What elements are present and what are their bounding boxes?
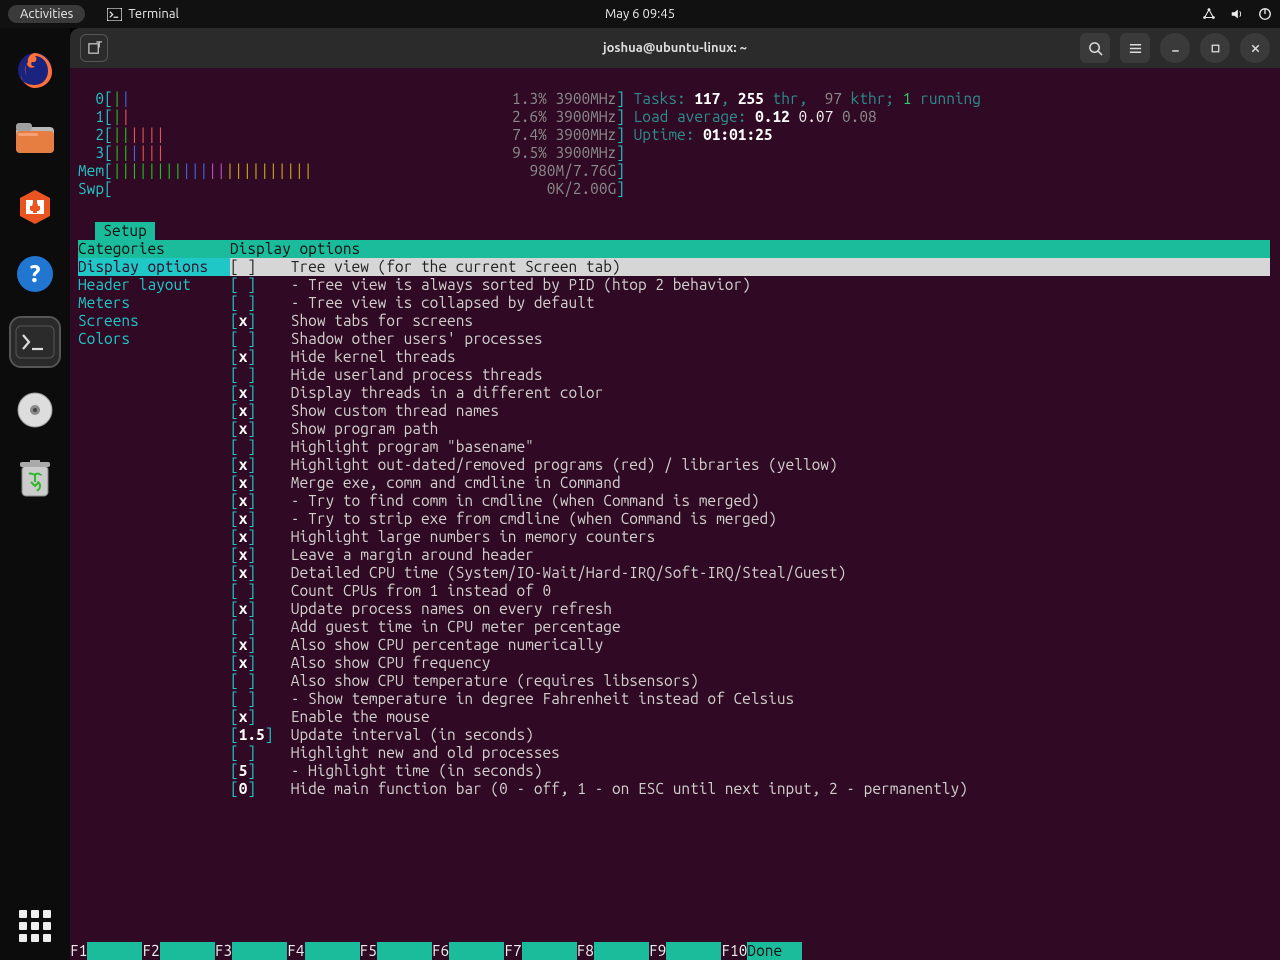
category-item[interactable]: Header layout [78,276,230,294]
topbar-active-app[interactable]: Terminal [97,5,189,23]
topbar-app-label: Terminal [128,7,179,21]
category-item[interactable]: Display options [78,258,230,276]
option-row[interactable]: [x] Highlight large numbers in memory co… [230,528,655,545]
option-row[interactable]: [ ] Hide userland process threads [230,366,543,383]
dock-firefox[interactable] [11,46,59,94]
maximize-button[interactable] [1200,33,1230,63]
option-row[interactable]: [ ] Also show CPU temperature (requires … [230,672,699,689]
window-title: joshua@ubuntu-linux: ~ [603,41,747,55]
category-item[interactable]: Meters [78,294,230,312]
dock-software[interactable]: A [11,182,59,230]
dock-show-apps[interactable] [19,910,51,942]
sound-icon[interactable] [1230,7,1244,21]
activities-button[interactable]: Activities [8,5,85,23]
terminal-window: joshua@ubuntu-linux: ~ 0[|| [70,28,1280,960]
option-row[interactable]: [x] Leave a margin around header [230,546,534,563]
option-row[interactable]: [ ] - Tree view is collapsed by default [230,294,595,311]
dock-terminal[interactable] [11,318,59,366]
option-row[interactable]: [ ] Tree view (for the current Screen ta… [230,258,1270,276]
minimize-button[interactable] [1160,33,1190,63]
option-row[interactable]: [0] Hide main function bar (0 - off, 1 -… [230,780,968,797]
option-row[interactable]: [1.5] Update interval (in seconds) [230,726,534,743]
option-row[interactable]: [x] - Try to strip exe from cmdline (whe… [230,510,777,527]
option-row[interactable]: [x] Enable the mouse [230,708,430,725]
terminal-titlebar: joshua@ubuntu-linux: ~ [70,28,1280,68]
gnome-top-bar: Activities Terminal May 6 09:45 [0,0,1280,28]
option-row[interactable]: [ ] Add guest time in CPU meter percenta… [230,618,621,635]
option-row[interactable]: [x] - Try to find comm in cmdline (when … [230,492,760,509]
clock[interactable]: May 6 09:45 [605,7,675,21]
power-icon[interactable] [1258,7,1272,21]
search-button[interactable] [1080,33,1110,63]
dock-files[interactable] [11,114,59,162]
option-row[interactable]: [x] Also show CPU percentage numerically [230,636,603,653]
category-item[interactable]: Colors [78,330,230,348]
option-row[interactable]: [ ] Highlight new and old processes [230,744,560,761]
terminal-content[interactable]: 0[|| 1.3% 3900MHz] Tasks: 117, 255 thr, … [70,68,1280,960]
svg-text:A: A [31,197,40,215]
gnome-dock: A ? [0,28,70,960]
dock-help[interactable]: ? [11,250,59,298]
option-row[interactable]: [x] Show program path [230,420,438,437]
option-row[interactable]: [x] Detailed CPU time (System/IO-Wait/Ha… [230,564,846,581]
menu-button[interactable] [1120,33,1150,63]
dock-disc[interactable] [11,386,59,434]
option-row[interactable]: [ ] Highlight program "basename" [230,438,534,455]
terminal-app-icon [107,8,122,21]
option-row[interactable]: [x] Update process names on every refres… [230,600,612,617]
option-row[interactable]: [x] Hide kernel threads [230,348,456,365]
option-row[interactable]: [ ] - Tree view is always sorted by PID … [230,276,751,293]
option-row[interactable]: [x] Show tabs for screens [230,312,473,329]
htop-footer[interactable]: F1 F2 F3 F4 F5 F6 F7 F8 F9 F10Done [70,942,1280,960]
category-item[interactable]: Screens [78,312,230,330]
new-tab-button[interactable] [80,34,108,62]
option-row[interactable]: [x] Highlight out-dated/removed programs… [230,456,838,473]
close-button[interactable] [1240,33,1270,63]
option-row[interactable]: [x] Show custom thread names [230,402,499,419]
option-row[interactable]: [x] Merge exe, comm and cmdline in Comma… [230,474,621,491]
setup-tab: Setup [95,222,154,240]
option-row[interactable]: [ ] Count CPUs from 1 instead of 0 [230,582,551,599]
network-icon[interactable] [1202,7,1216,21]
option-row[interactable]: [x] Also show CPU frequency [230,654,490,671]
dock-trash[interactable] [11,454,59,502]
svg-text:?: ? [28,260,41,287]
option-row[interactable]: [5] - Highlight time (in seconds) [230,762,543,779]
option-row[interactable]: [x] Display threads in a different color [230,384,603,401]
option-row[interactable]: [ ] Shadow other users' processes [230,330,543,347]
option-row[interactable]: [ ] - Show temperature in degree Fahrenh… [230,690,794,707]
